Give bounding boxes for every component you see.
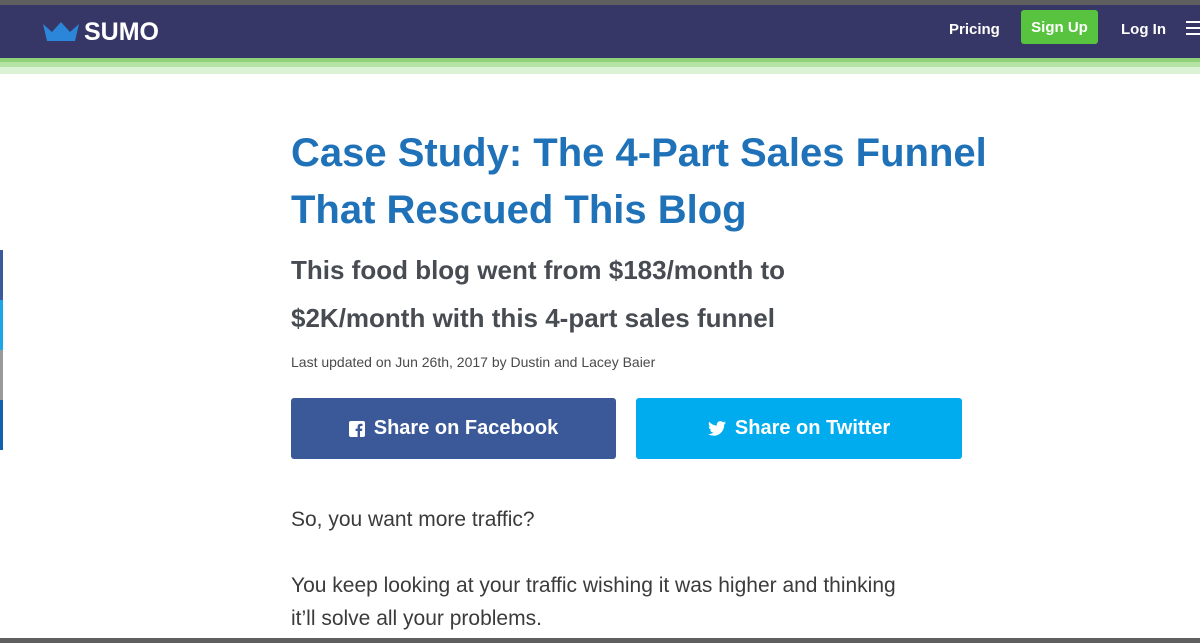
share-facebook-label: Share on Facebook xyxy=(373,417,559,439)
share-facebook-button[interactable]: Share on Facebook xyxy=(291,398,616,459)
article-title-line: That Rescued This Blog xyxy=(291,188,747,232)
article-paragraph-line: it’ll solve all your problems. xyxy=(291,607,542,630)
facebook-icon xyxy=(348,420,365,437)
article-subtitle-line: This food blog went from $183/month to xyxy=(291,255,785,285)
sumo-logo[interactable]: SUMO xyxy=(42,17,159,47)
article-subtitle: This food blog went from $183/month to $… xyxy=(291,246,891,342)
side-share-facebook[interactable] xyxy=(0,250,3,300)
logo-text: SUMO xyxy=(84,17,159,46)
crown-icon xyxy=(43,22,79,41)
side-share-linkedin[interactable] xyxy=(0,400,3,450)
signup-button[interactable]: Sign Up xyxy=(1021,10,1098,44)
article-paragraph: You keep looking at your traffic wishing… xyxy=(291,569,951,635)
article-subtitle-line: $2K/month with this 4-part sales funnel xyxy=(291,303,775,333)
article-title: Case Study: The 4-Part Sales Funnel That… xyxy=(291,125,991,239)
hamburger-menu-icon[interactable] xyxy=(1186,21,1200,35)
article-title-line: Case Study: The 4-Part Sales Funnel xyxy=(291,131,987,175)
article-byline: Last updated on Jun 26th, 2017 by Dustin… xyxy=(291,354,656,370)
side-share-twitter[interactable] xyxy=(0,300,3,350)
article-paragraph: So, you want more traffic? xyxy=(291,508,535,531)
nav-pricing-link[interactable]: Pricing xyxy=(949,20,1000,40)
share-twitter-label: Share on Twitter xyxy=(734,417,891,439)
nav-login-link[interactable]: Log In xyxy=(1121,20,1166,40)
side-share-generic[interactable] xyxy=(0,350,3,400)
window-bottom-border xyxy=(0,638,1200,643)
article-paragraph-line: You keep looking at your traffic wishing… xyxy=(291,574,896,597)
share-twitter-button[interactable]: Share on Twitter xyxy=(636,398,962,459)
twitter-icon xyxy=(707,421,726,436)
top-navbar: SUMO Pricing Sign Up Log In xyxy=(0,5,1200,58)
header-stripe xyxy=(0,67,1200,74)
